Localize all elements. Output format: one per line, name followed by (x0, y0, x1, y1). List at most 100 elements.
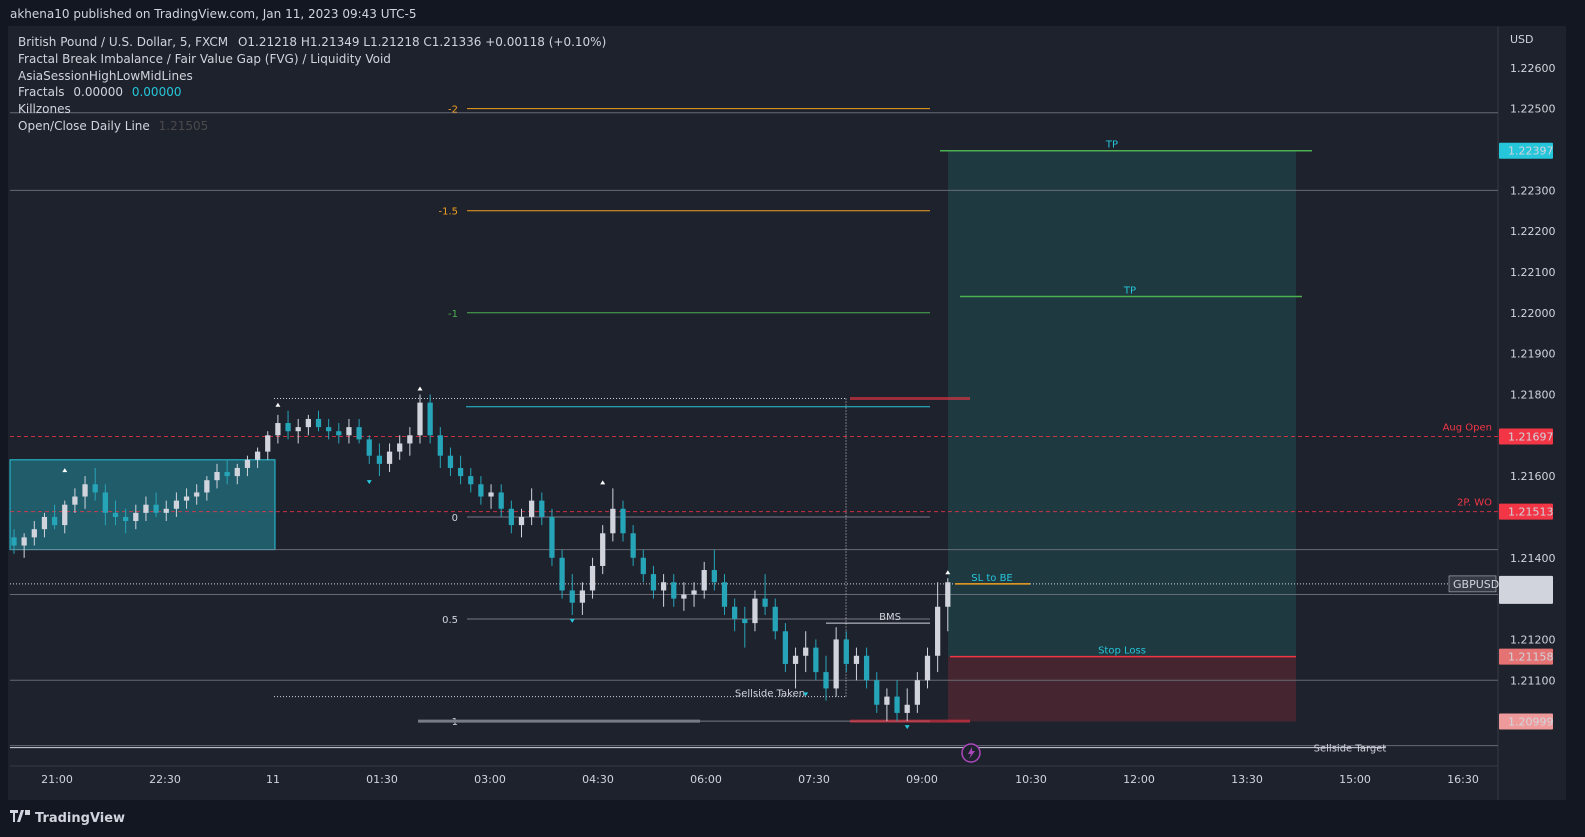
candle-body (610, 508, 616, 534)
candle-body (498, 492, 504, 509)
candle-body (366, 439, 372, 456)
candle-body (214, 472, 220, 481)
candle-body (295, 427, 301, 432)
candle-body (539, 500, 545, 517)
price-tick-label: 1.21600 (1510, 470, 1556, 483)
annotation-tp: TP (1123, 285, 1136, 296)
price-badge-label: 1.21158 (1508, 651, 1554, 664)
time-tick-label: 10:30 (1015, 773, 1047, 786)
fib-label: -1 (448, 309, 458, 320)
candle-body (579, 590, 586, 603)
legend-indicator-fractals[interactable]: Fractals 0.00000 0.00000 (18, 84, 606, 101)
candle-body (884, 696, 890, 705)
candle-body (244, 459, 251, 468)
candle-body (417, 402, 423, 436)
candle-body (701, 570, 707, 591)
price-badge-label: 1.20999 (1508, 715, 1554, 728)
time-tick-label: 03:00 (474, 773, 506, 786)
legend-indicator-fvg[interactable]: Fractal Break Imbalance / Fair Value Gap… (18, 51, 606, 68)
candle-body (478, 484, 484, 497)
fib-label: 0.5 (442, 615, 458, 626)
time-tick-label: 15:00 (1339, 773, 1371, 786)
candle-body (874, 680, 880, 705)
candle-body (468, 476, 474, 485)
candle-body (792, 655, 799, 664)
candle-body (853, 655, 860, 664)
time-tick-label: 09:00 (906, 773, 938, 786)
candle-body (620, 508, 626, 534)
level-label: 2P. WO (1457, 498, 1492, 509)
candle-body (163, 508, 169, 513)
candle-body (102, 492, 108, 513)
candle-body (194, 492, 200, 497)
legend-indicator-killzones[interactable]: Killzones (18, 101, 606, 118)
candle-body (133, 512, 139, 522)
fractals-value-1: 0.00000 (73, 85, 124, 100)
candle-body (51, 516, 58, 526)
price-badge-label: 1.22397 (1508, 145, 1554, 158)
candle-body (31, 529, 37, 538)
tradingview-logo-text: TradingView (35, 810, 126, 826)
symbol-name: British Pound / U.S. Dollar, 5, FXCM (18, 35, 229, 49)
fractals-value-2: 0.00000 (131, 85, 182, 100)
time-tick-label: 22:30 (149, 773, 181, 786)
candle-body (508, 508, 514, 526)
candle-body (681, 594, 687, 599)
symbol-tag-label: GBPUSD (1453, 578, 1499, 591)
tradingview-logo[interactable]: TradingView (10, 810, 125, 826)
candle-body (833, 639, 839, 689)
candle-body (559, 557, 565, 591)
legend-indicator-asia[interactable]: AsiaSessionHighLowMidLines (18, 68, 606, 85)
candle-body (204, 480, 210, 493)
stop-loss-zone (948, 656, 1296, 722)
candle-body (488, 492, 494, 497)
price-tick-label: 1.21900 (1510, 348, 1556, 361)
candle-body (640, 557, 646, 575)
candle-body (285, 423, 291, 432)
candle-body (153, 504, 159, 513)
legend-indicator-daily-line[interactable]: Open/Close Daily Line 1.21505 (18, 118, 606, 135)
candle-body (894, 696, 900, 713)
candle-body (427, 402, 433, 436)
fib-label: 0 (452, 513, 458, 524)
price-tick-label: 1.22000 (1510, 307, 1556, 320)
candle-body (803, 647, 809, 656)
candle-body (447, 455, 454, 468)
candle-body (72, 496, 78, 505)
candle-body (92, 484, 98, 493)
candle-body (935, 606, 941, 656)
candle-body (589, 565, 596, 591)
candle-body (721, 582, 728, 607)
price-tick-label: 1.22200 (1510, 225, 1556, 238)
candle-body (945, 582, 951, 607)
candle-body (762, 598, 768, 607)
candle-body (143, 504, 149, 513)
candle-body (782, 631, 789, 664)
legend-symbol-row[interactable]: British Pound / U.S. Dollar, 5, FXCM O1.… (18, 34, 606, 51)
chart-legend: British Pound / U.S. Dollar, 5, FXCM O1.… (18, 34, 606, 135)
candle-body (315, 418, 322, 428)
candle-body (62, 504, 68, 526)
ohlc-values: O1.21218 H1.21349 L1.21218 C1.21336 +0.0… (237, 35, 607, 49)
candle-body (863, 655, 870, 681)
candle-body (457, 467, 464, 477)
candle-body (691, 590, 697, 595)
candle-body (82, 484, 88, 497)
candle-body (112, 512, 119, 517)
candle-body (660, 582, 667, 591)
price-tick-label: 1.22300 (1510, 184, 1556, 197)
price-tick-label: 1.21100 (1510, 674, 1556, 687)
price-tick-label: 1.22600 (1510, 62, 1556, 75)
candle-body (346, 427, 352, 436)
candle-body (265, 435, 271, 452)
tradingview-logo-icon (10, 810, 30, 826)
price-badge-label: 1.21513 (1508, 506, 1554, 519)
candle-body (234, 467, 240, 477)
price-tick-label: 1.21400 (1510, 552, 1556, 565)
footer-bar: TradingView (0, 800, 1585, 837)
price-badge-timer: 01:03 (1510, 591, 1542, 604)
level-label: Aug Open (1443, 423, 1492, 434)
annotation-sl-to-be: SL to BE (971, 573, 1013, 584)
time-tick-label: 06:00 (690, 773, 722, 786)
candle-body (336, 431, 342, 436)
